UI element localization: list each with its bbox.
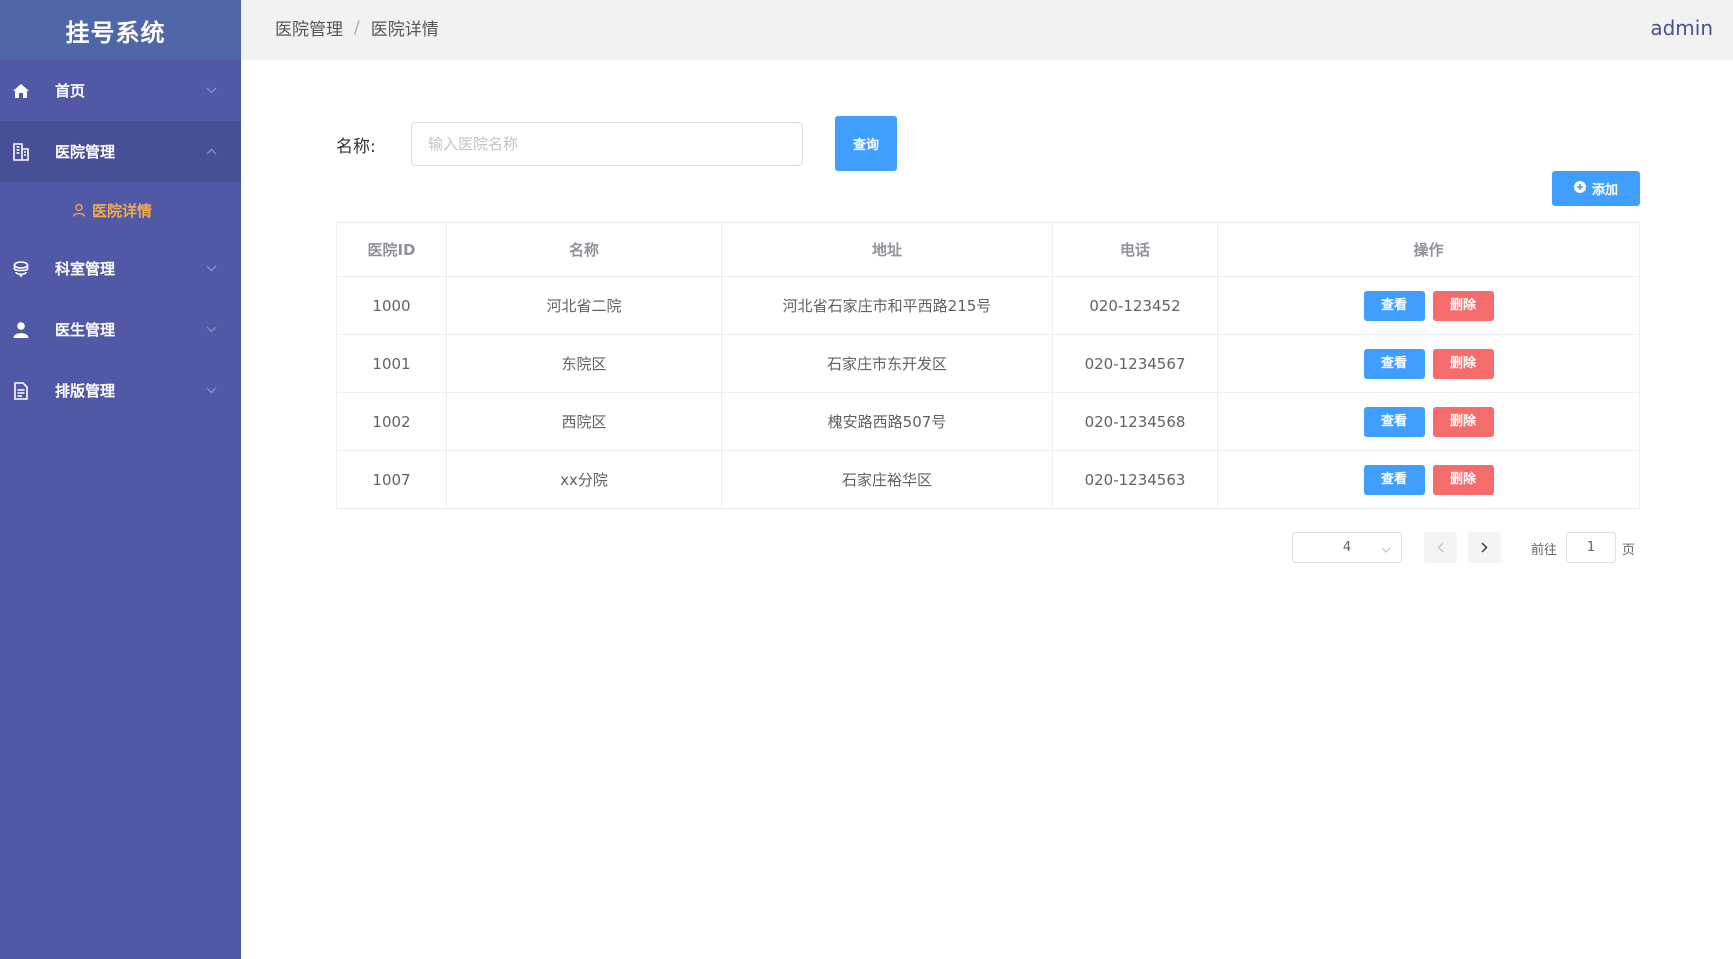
add-button-label: 添加 [1591,183,1618,198]
search-input[interactable] [411,122,803,166]
sidebar-item-doctor[interactable]: 医生管理 [0,299,241,360]
breadcrumb: 医院管理 / 医院详情 [275,0,439,55]
cell-actions: 查看 删除 [1217,334,1640,393]
sidebar-item-label: 排版管理 [55,382,116,400]
home-icon [11,81,31,101]
cell-name: xx分院 [446,450,722,509]
building-icon [11,142,31,162]
add-button[interactable]: 添加 [1552,171,1640,206]
chevron-left-icon [1437,538,1444,557]
table-row: 1001 东院区 石家庄市东开发区 020-1234567 查看 删除 [336,334,1640,393]
breadcrumb-item-current: 医院详情 [370,20,439,40]
page-size-value: 4 [1342,540,1352,555]
view-button[interactable]: 查看 [1363,290,1425,321]
breadcrumb-item-hospital[interactable]: 医院管理 [275,15,343,40]
app-title: 挂号系统 [0,0,241,60]
delete-button[interactable]: 删除 [1432,406,1494,437]
sidebar-item-label: 医院管理 [55,143,116,161]
chevron-down-icon [1381,542,1391,557]
plus-circle-icon [1573,180,1586,197]
column-header-id: 医院ID [336,222,447,277]
goto-label: 前往 [1531,543,1558,558]
user-menu[interactable]: admin [1650,0,1713,55]
cell-id: 1001 [336,334,447,393]
goto-page-input[interactable] [1566,532,1616,563]
hospital-table: 医院ID 名称 地址 电话 操作 1000 河北省二院 河北省石家庄市和平西路2… [336,222,1640,509]
chevron-down-icon [205,263,217,275]
user-icon [72,203,86,217]
cell-id: 1000 [336,276,447,335]
chevron-right-icon [1481,538,1488,557]
sidebar-item-department[interactable]: 科室管理 [0,238,241,299]
breadcrumb-separator: / [354,17,360,38]
sidebar-subitem-hospital-detail[interactable]: 医院详情 [0,182,241,238]
cell-id: 1002 [336,392,447,451]
chevron-up-icon [205,146,217,158]
document-icon [11,381,31,401]
search-label: 名称: [336,137,376,157]
page-size-select[interactable]: 4 [1292,532,1402,563]
cell-name: 东院区 [446,334,722,393]
delete-button[interactable]: 删除 [1432,290,1494,321]
chevron-down-icon [205,385,217,397]
cell-address: 槐安路西路507号 [721,392,1053,451]
query-button[interactable]: 查询 [835,116,897,171]
cell-address: 河北省石家庄市和平西路215号 [721,276,1053,335]
sidebar-item-schedule[interactable]: 排版管理 [0,360,241,421]
chevron-down-icon [205,85,217,97]
cell-name: 河北省二院 [446,276,722,335]
table-row: 1000 河北省二院 河北省石家庄市和平西路215号 020-123452 查看… [336,276,1640,335]
table-header-row: 医院ID 名称 地址 电话 操作 [336,222,1640,277]
doctor-icon [11,320,31,340]
cell-address: 石家庄裕华区 [721,450,1053,509]
sidebar-item-label: 首页 [55,82,86,100]
top-header: 医院管理 / 医院详情 admin [241,0,1733,60]
cell-id: 1007 [336,450,447,509]
cell-actions: 查看 删除 [1217,392,1640,451]
sidebar-item-home[interactable]: 首页 [0,60,241,121]
main-content: 名称: 查询 添加 医院ID 名称 地址 电话 操作 1000 [241,60,1733,959]
cell-phone: 020-1234563 [1052,450,1218,509]
view-button[interactable]: 查看 [1363,348,1425,379]
chevron-down-icon [205,324,217,336]
column-header-phone: 电话 [1052,222,1218,277]
stethoscope-icon [11,259,31,279]
delete-button[interactable]: 删除 [1432,464,1494,495]
column-header-name: 名称 [446,222,722,277]
sidebar-item-label: 科室管理 [55,260,116,278]
table-row: 1002 西院区 槐安路西路507号 020-1234568 查看 删除 [336,392,1640,451]
cell-actions: 查看 删除 [1217,276,1640,335]
table-row: 1007 xx分院 石家庄裕华区 020-1234563 查看 删除 [336,450,1640,509]
cell-actions: 查看 删除 [1217,450,1640,509]
next-page-button[interactable] [1468,532,1501,563]
cell-name: 西院区 [446,392,722,451]
prev-page-button[interactable] [1424,532,1457,563]
cell-phone: 020-1234567 [1052,334,1218,393]
sidebar-subitem-label: 医院详情 [92,201,153,220]
view-button[interactable]: 查看 [1363,464,1425,495]
column-header-address: 地址 [721,222,1053,277]
cell-phone: 020-1234568 [1052,392,1218,451]
sidebar-item-hospital[interactable]: 医院管理 [0,121,241,182]
cell-phone: 020-123452 [1052,276,1218,335]
view-button[interactable]: 查看 [1363,406,1425,437]
column-header-actions: 操作 [1217,222,1640,277]
sidebar-item-label: 医生管理 [55,321,116,339]
delete-button[interactable]: 删除 [1432,348,1494,379]
cell-address: 石家庄市东开发区 [721,334,1053,393]
sidebar: 挂号系统 首页 医院管理 医院详情 科室管理 医生管理 排版管理 [0,0,241,959]
app: 挂号系统 首页 医院管理 医院详情 科室管理 医生管理 排版管理 医院管理 / … [0,0,1733,959]
goto-suffix: 页 [1622,543,1636,558]
